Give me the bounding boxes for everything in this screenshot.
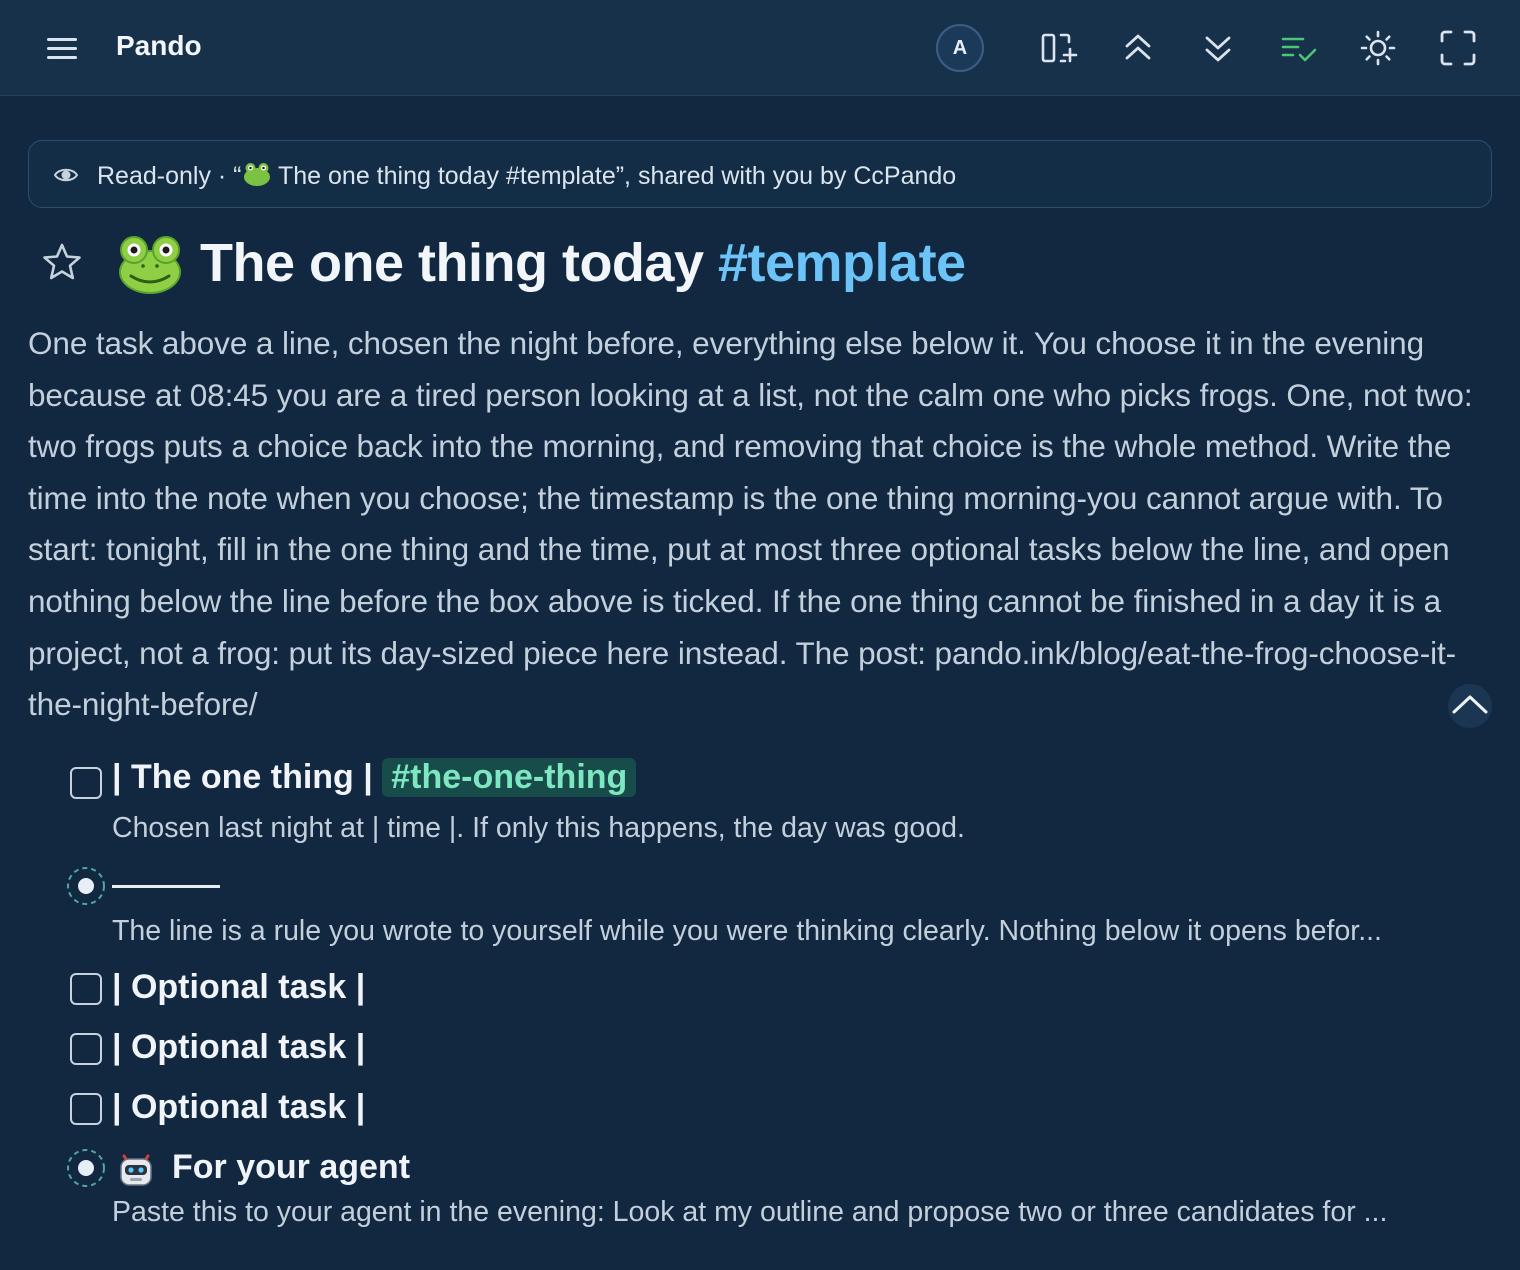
eye-icon xyxy=(53,168,79,182)
optional-task-label: | Optional task | xyxy=(112,1088,366,1126)
expand-all-button[interactable] xyxy=(1194,24,1242,72)
star-icon xyxy=(43,243,81,280)
expand-all-icon xyxy=(1205,36,1231,62)
theme-toggle-button[interactable] xyxy=(1354,24,1402,72)
banner-suffix: The one thing today #template”, shared w… xyxy=(271,162,957,190)
collapse-description-button[interactable] xyxy=(1448,684,1492,728)
task-checkbox[interactable] xyxy=(70,1093,102,1125)
task-checkbox[interactable] xyxy=(70,1033,102,1065)
one-thing-text: | The one thing | xyxy=(112,758,383,796)
frog-emoji-icon xyxy=(243,163,270,186)
agent-note: Paste this to your agent in the evening:… xyxy=(112,1196,1388,1228)
optional-task-label: | Optional task | xyxy=(112,968,366,1006)
menu-button[interactable] xyxy=(40,30,84,66)
agent-label: For your agent xyxy=(172,1148,411,1186)
one-thing-note: Chosen last night at | time |. If only t… xyxy=(112,812,965,844)
frog-emoji-icon xyxy=(119,236,181,294)
task-checkbox[interactable] xyxy=(70,973,102,1005)
optional-task-label: | Optional task | xyxy=(112,1028,366,1066)
add-panel-icon xyxy=(1041,33,1078,63)
document-description: One task above a line, chosen the night … xyxy=(28,325,1473,723)
title-text: The one thing today xyxy=(200,233,718,293)
collapsed-bullet-icon[interactable] xyxy=(66,1148,106,1188)
one-thing-hashtag[interactable]: #the-one-thing xyxy=(382,758,637,797)
avatar[interactable]: A xyxy=(936,24,984,72)
read-only-banner: Read-only · “ The one thing today #templ… xyxy=(28,140,1492,208)
collapsed-bullet-icon[interactable] xyxy=(66,866,106,906)
line-note: The line is a rule you wrote to yourself… xyxy=(112,915,1382,947)
page-title: The one thing today #template xyxy=(200,232,966,294)
hamburger-menu-icon xyxy=(47,38,77,59)
fullscreen-button[interactable] xyxy=(1434,24,1482,72)
collapse-all-icon xyxy=(1125,34,1151,60)
app-title: Pando xyxy=(116,30,202,61)
sun-icon xyxy=(1360,30,1396,66)
fullscreen-icon xyxy=(1440,30,1476,66)
banner-text: Read-only · “ The one thing today #templ… xyxy=(97,161,956,191)
banner-prefix: Read-only · “ xyxy=(97,162,242,190)
collapse-all-button[interactable] xyxy=(1114,24,1162,72)
add-panel-button[interactable] xyxy=(1034,24,1082,72)
one-thing-label: | The one thing | #the-one-thing xyxy=(112,758,637,797)
favorite-button[interactable] xyxy=(40,240,84,284)
title-tag[interactable]: #template xyxy=(718,233,966,293)
top-bar: Pando A xyxy=(0,0,1520,96)
task-checkbox[interactable] xyxy=(70,767,102,799)
divider-line xyxy=(112,885,220,888)
robot-emoji-icon xyxy=(120,1154,152,1186)
chevron-up-icon xyxy=(1452,695,1488,714)
list-check-icon xyxy=(1281,37,1317,62)
task-list-button[interactable] xyxy=(1274,24,1322,72)
